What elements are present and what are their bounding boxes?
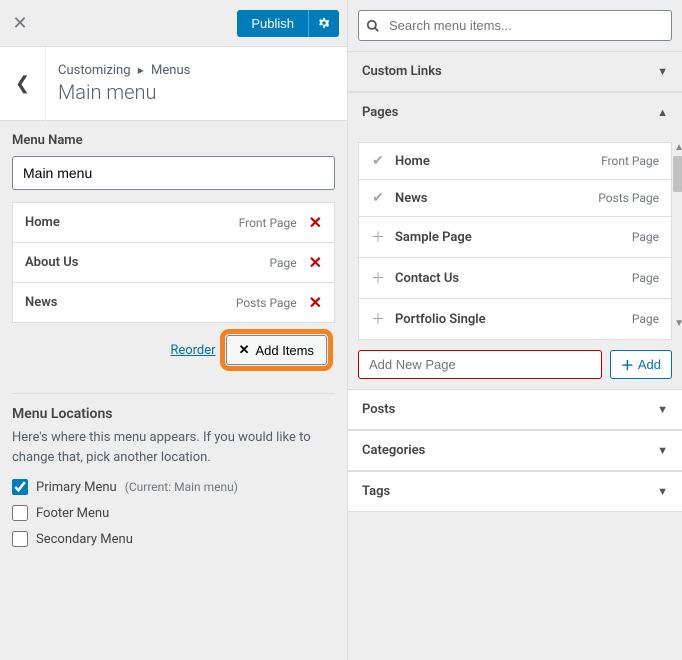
menu-item-type: Front Page: [239, 216, 297, 230]
remove-icon[interactable]: ✕: [309, 253, 322, 272]
add-items-label: Add Items: [255, 343, 314, 358]
accordion-custom-links[interactable]: Custom Links ▼: [348, 52, 682, 92]
location-option[interactable]: Footer Menu: [12, 505, 335, 521]
page-title: Main menu: [58, 80, 190, 104]
location-checkbox[interactable]: [12, 505, 28, 521]
top-controls: ✕ Publish: [0, 0, 347, 47]
add-new-page-button[interactable]: ＋ Add: [610, 350, 672, 379]
locations-heading: Menu Locations: [12, 406, 335, 422]
chevron-up-icon: ▲: [657, 106, 668, 119]
location-label: Primary Menu: [36, 480, 117, 495]
check-icon: ✔: [371, 153, 385, 169]
menu-item-title: About Us: [25, 255, 269, 270]
chevron-down-icon: ▼: [657, 444, 668, 457]
page-type: Page: [632, 271, 659, 285]
plus-icon: ＋: [371, 227, 385, 247]
menu-item-type: Page: [269, 256, 296, 270]
accordion-title: Categories: [362, 443, 425, 458]
reorder-link[interactable]: Reorder: [170, 343, 215, 358]
accordion-tags[interactable]: Tags ▼: [348, 472, 682, 512]
pages-list: ✔ Home Front Page ✔ News Posts Page ＋ Sa…: [358, 142, 672, 340]
chevron-down-icon: ▼: [657, 65, 668, 78]
scroll-thumb[interactable]: [673, 156, 682, 192]
menu-name-label: Menu Name: [12, 133, 335, 148]
chevron-down-icon: ▼: [657, 403, 668, 416]
gear-icon: [317, 16, 331, 30]
close-icon[interactable]: ✕: [8, 11, 32, 35]
accordion-title: Pages: [362, 105, 398, 120]
breadcrumb-root: Customizing: [58, 63, 131, 78]
accordion-posts[interactable]: Posts ▼: [348, 390, 682, 430]
accordion-title: Custom Links: [362, 64, 442, 79]
search-icon: [366, 19, 380, 33]
page-title: Home: [395, 154, 591, 169]
page-title: News: [395, 191, 588, 206]
location-option[interactable]: Secondary Menu: [12, 531, 335, 547]
page-item[interactable]: ＋ Portfolio Single Page: [358, 299, 672, 340]
scroll-down-icon[interactable]: ▼: [674, 318, 682, 329]
pages-body: ▲ ▼ ✔ Home Front Page ✔ News Posts Page: [348, 132, 682, 389]
location-current: (Current: Main menu): [125, 480, 238, 494]
accordion-title: Posts: [362, 402, 395, 417]
close-icon: ✕: [239, 342, 250, 358]
accordion-categories[interactable]: Categories ▼: [348, 431, 682, 471]
add-new-page-input[interactable]: [358, 350, 602, 379]
page-title: Sample Page: [395, 230, 622, 245]
remove-icon[interactable]: ✕: [309, 213, 322, 232]
breadcrumb-row: ❮ Customizing ▸ Menus Main menu: [0, 47, 347, 121]
location-label: Footer Menu: [36, 506, 109, 521]
publish-button[interactable]: Publish: [237, 10, 308, 37]
page-item[interactable]: ＋ Sample Page Page: [358, 217, 672, 258]
menu-items-list: Home Front Page ✕ About Us Page ✕ News P…: [12, 202, 335, 323]
page-type: Posts Page: [598, 191, 659, 205]
page-type: Page: [632, 230, 659, 244]
menu-item-type: Posts Page: [236, 296, 297, 310]
back-button[interactable]: ❮: [0, 47, 46, 121]
menu-item[interactable]: About Us Page ✕: [12, 243, 335, 283]
page-title: Portfolio Single: [395, 312, 622, 327]
accordion-pages[interactable]: Pages ▲: [348, 93, 682, 132]
scroll-up-icon[interactable]: ▲: [674, 142, 682, 153]
plus-icon: ＋: [371, 309, 385, 329]
page-title: Contact Us: [395, 271, 622, 286]
customizer-panel: ✕ Publish ❮ Customizing ▸ Menus: [0, 0, 348, 660]
remove-icon[interactable]: ✕: [309, 293, 322, 312]
page-item[interactable]: ✔ Home Front Page: [358, 142, 672, 180]
check-icon: ✔: [371, 190, 385, 206]
chevron-down-icon: ▼: [657, 485, 668, 498]
breadcrumb-section: Menus: [151, 63, 190, 78]
menu-item[interactable]: News Posts Page ✕: [12, 283, 335, 323]
plus-icon: ＋: [621, 355, 634, 374]
publish-settings-button[interactable]: [308, 10, 339, 37]
page-type: Front Page: [601, 154, 659, 168]
add-items-button[interactable]: ✕ Add Items: [226, 335, 327, 365]
location-option[interactable]: Primary Menu (Current: Main menu): [12, 479, 335, 495]
page-item[interactable]: ＋ Contact Us Page: [358, 258, 672, 299]
accordion-title: Tags: [362, 484, 390, 499]
page-item[interactable]: ✔ News Posts Page: [358, 180, 672, 217]
chevron-left-icon: ❮: [15, 73, 30, 94]
page-type: Page: [632, 312, 659, 326]
location-checkbox[interactable]: [12, 531, 28, 547]
menu-item-title: Home: [25, 215, 239, 230]
menu-item-title: News: [25, 295, 236, 310]
search-input[interactable]: [358, 10, 672, 41]
plus-icon: ＋: [371, 268, 385, 288]
menu-item[interactable]: Home Front Page ✕: [12, 202, 335, 243]
menu-name-input[interactable]: [12, 156, 335, 190]
breadcrumb-separator: ▸: [138, 63, 144, 77]
location-checkbox[interactable]: [12, 479, 28, 495]
available-items-panel: Custom Links ▼ Pages ▲ ▲ ▼ ✔ Home: [348, 0, 682, 660]
locations-description: Here's where this menu appears. If you w…: [12, 428, 335, 467]
add-label: Add: [638, 357, 661, 372]
location-label: Secondary Menu: [36, 532, 133, 547]
